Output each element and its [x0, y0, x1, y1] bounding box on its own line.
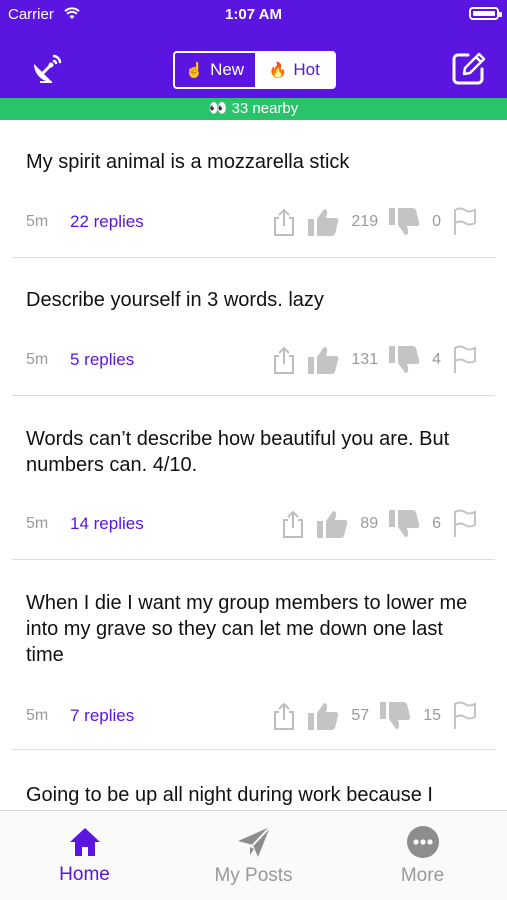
thumbs-up-icon[interactable]: [307, 345, 341, 375]
share-icon[interactable]: [271, 345, 297, 375]
post-text: My spirit animal is a mozzarella stick: [26, 151, 350, 173]
satellite-dish-icon: [34, 54, 62, 83]
satellite-dish-button[interactable]: [28, 48, 68, 88]
compose-icon: [452, 52, 486, 85]
replies-link[interactable]: 14 replies: [70, 514, 144, 534]
compose-button[interactable]: [449, 48, 489, 88]
thumbs-down-icon[interactable]: [388, 509, 422, 539]
tab-new-label: New: [210, 60, 245, 79]
thumbs-up-icon[interactable]: [307, 207, 341, 237]
thumbs-up-icon[interactable]: [307, 701, 341, 731]
flag-icon[interactable]: [451, 345, 477, 375]
downvote-count: 4: [432, 351, 441, 368]
upvote-count: 57: [351, 707, 370, 724]
thumbs-down-icon[interactable]: [388, 345, 422, 375]
upvote-count: 89: [360, 515, 379, 532]
upvote-count: 219: [351, 213, 379, 230]
post-age: 5m: [26, 351, 49, 368]
post-text: When I die I want my group members to lo…: [26, 592, 468, 666]
tab-my-posts-label: My Posts: [214, 864, 293, 886]
post-item[interactable]: Describe yourself in 3 words. lazy 5m 5 …: [12, 258, 495, 396]
replies-link[interactable]: 5 replies: [70, 350, 134, 370]
flag-icon[interactable]: [451, 207, 477, 237]
flag-icon[interactable]: [451, 509, 477, 539]
more-icon: [406, 825, 439, 858]
post-age: 5m: [26, 707, 49, 724]
battery-icon: [469, 7, 502, 20]
post-text: Describe yourself in 3 words. lazy: [26, 289, 324, 311]
thumbs-down-icon[interactable]: [379, 701, 413, 731]
paper-plane-icon: [237, 825, 271, 857]
tab-my-posts[interactable]: My Posts: [169, 811, 338, 900]
upvote-count: 131: [351, 351, 379, 368]
tab-home-label: Home: [59, 863, 110, 885]
nearby-count-banner: 👀 33 nearby: [0, 98, 507, 120]
tab-hot-label: Hot: [293, 60, 320, 79]
tab-home[interactable]: Home: [0, 811, 169, 900]
post-text: Going to be up all night during work bec…: [26, 784, 433, 806]
downvote-count: 15: [423, 707, 441, 724]
downvote-count: 0: [432, 213, 441, 230]
share-icon[interactable]: [280, 509, 306, 539]
clock: 1:07 AM: [225, 6, 282, 23]
feed-sort-toggle: ☝️ New 🔥 Hot: [173, 51, 336, 89]
share-icon[interactable]: [271, 701, 297, 731]
tab-more-label: More: [400, 864, 445, 886]
post-item[interactable]: When I die I want my group members to lo…: [12, 560, 495, 750]
pointing-finger-icon: ☝️: [185, 62, 205, 79]
replies-link[interactable]: 22 replies: [70, 212, 144, 232]
downvote-count: 6: [432, 515, 441, 532]
tab-hot[interactable]: 🔥 Hot: [254, 53, 334, 87]
post-item[interactable]: Going to be up all night during work bec…: [12, 750, 495, 810]
thumbs-down-icon[interactable]: [388, 207, 422, 237]
post-item[interactable]: My spirit animal is a mozzarella stick 5…: [12, 120, 495, 258]
post-feed[interactable]: My spirit animal is a mozzarella stick 5…: [0, 120, 507, 810]
post-text: Words can’t describe how beautiful you a…: [26, 428, 450, 476]
top-bar: Carrier 1:07 AM ☝️ New 🔥 Hot: [0, 0, 507, 98]
tab-new[interactable]: ☝️ New: [175, 53, 255, 87]
post-item[interactable]: Words can’t describe how beautiful you a…: [12, 396, 495, 560]
status-bar: Carrier 1:07 AM: [0, 0, 507, 28]
post-age: 5m: [26, 213, 49, 230]
replies-link[interactable]: 7 replies: [70, 706, 134, 726]
tab-more[interactable]: More: [338, 811, 507, 900]
post-age: 5m: [26, 515, 49, 532]
flag-icon[interactable]: [451, 701, 477, 731]
thumbs-up-icon[interactable]: [316, 509, 350, 539]
fire-icon: 🔥: [268, 62, 288, 79]
tab-bar: Home My Posts More: [0, 810, 507, 900]
home-icon: [69, 827, 100, 856]
share-icon[interactable]: [271, 207, 297, 237]
